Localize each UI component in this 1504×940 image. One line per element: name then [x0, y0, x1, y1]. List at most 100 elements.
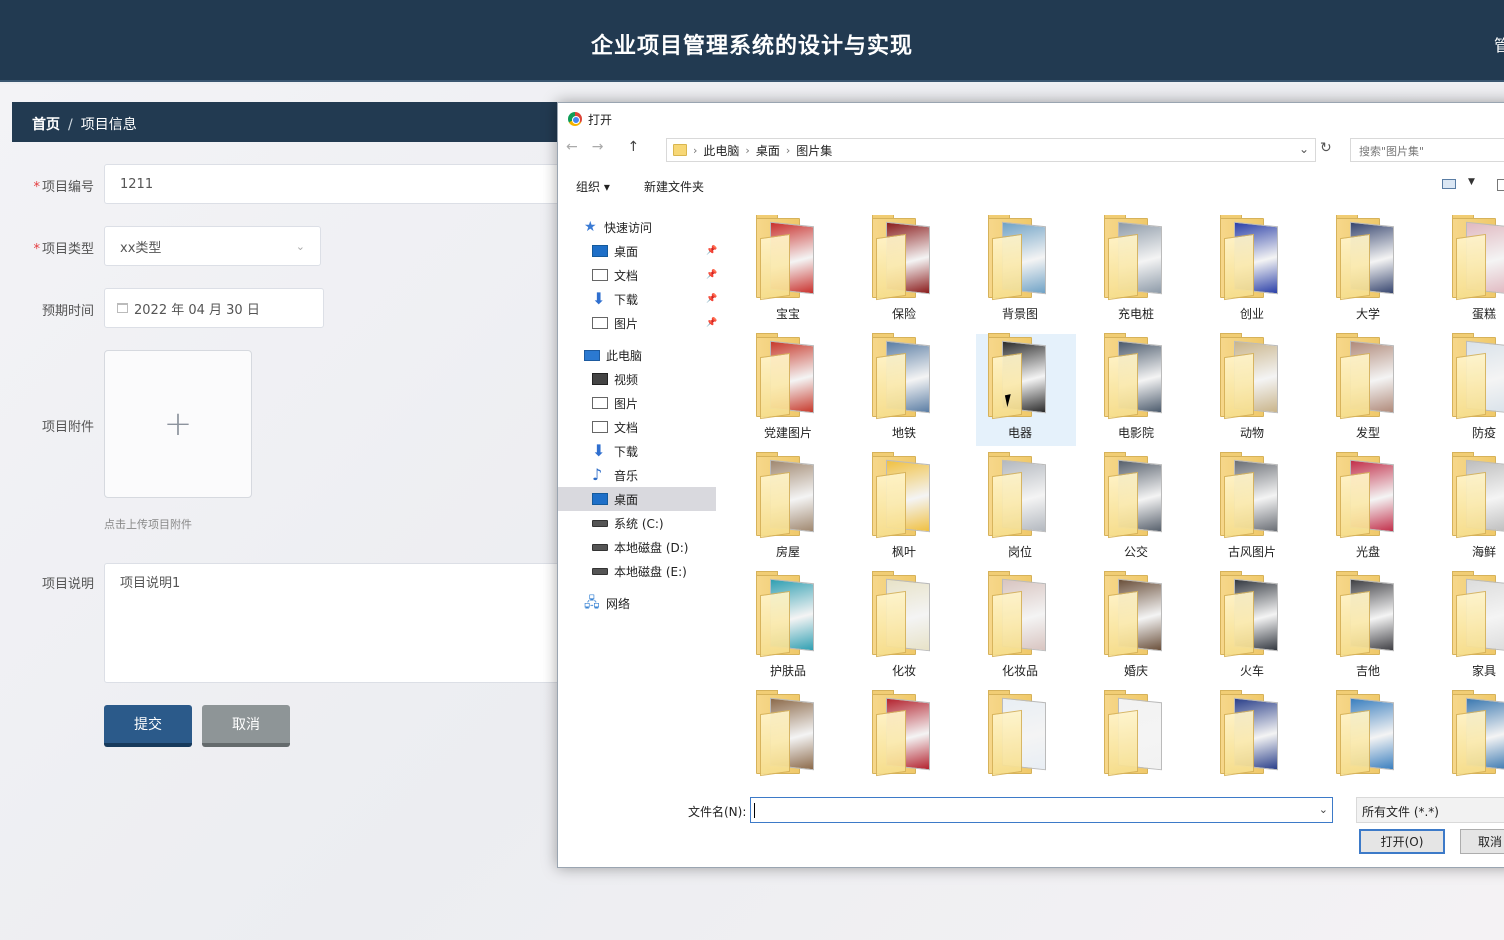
folder-item[interactable]: 地铁 [860, 333, 960, 446]
folder-item[interactable]: 公交 [1092, 452, 1192, 565]
refresh-icon[interactable]: ↻ [1320, 140, 1332, 156]
breadcrumb: 首页 / 项目信息 [12, 102, 572, 142]
dialog-title: 打开 [588, 112, 613, 127]
address-bar[interactable]: › 此电脑 › 桌面 › 图片集 ⌄ [666, 138, 1316, 162]
folder-item[interactable]: 枫叶 [860, 452, 960, 565]
tree-item[interactable]: 此电脑 [558, 343, 716, 367]
folder-item[interactable]: 古风图片 [1208, 452, 1308, 565]
folder-item[interactable]: 火车 [1208, 571, 1308, 684]
folder-item[interactable]: 电器 [976, 333, 1076, 446]
tree-item[interactable]: 文档 [558, 415, 716, 439]
folder-item[interactable]: 电影院 [1092, 333, 1192, 446]
folder-item[interactable] [744, 690, 844, 787]
folder-item[interactable] [1440, 690, 1504, 787]
tree-item-label: 文档 [614, 268, 639, 283]
tree-item[interactable]: 图片 [558, 391, 716, 415]
folder-item[interactable]: 吉他 [1324, 571, 1424, 684]
pin-icon[interactable]: 📌 [706, 246, 717, 256]
caret-down-icon[interactable]: ▼ [1468, 177, 1475, 187]
folder-item[interactable]: 家具 [1440, 571, 1504, 684]
folder-item[interactable]: 宝宝 [744, 215, 844, 327]
folder-icon [1220, 690, 1282, 777]
user-menu[interactable]: 管 [1494, 32, 1504, 56]
folder-item[interactable]: 党建图片 [744, 333, 844, 446]
folder-item[interactable]: 发型 [1324, 333, 1424, 446]
music-icon: ♪ [592, 465, 603, 484]
pin-icon[interactable]: 📌 [706, 270, 717, 280]
submit-button[interactable]: 提交 [104, 705, 192, 747]
forward-arrow-icon[interactable]: → [592, 139, 604, 155]
folder-item[interactable]: 化妆 [860, 571, 960, 684]
tree-item[interactable]: ♪ 音乐 [558, 463, 716, 487]
cancel-button[interactable]: 取消 [202, 705, 290, 747]
folder-item[interactable]: 护肤品 [744, 571, 844, 684]
tree-item[interactable]: 桌面 [558, 487, 716, 511]
folder-item[interactable]: 化妆品 [976, 571, 1076, 684]
tree-item[interactable]: ⬇ 下载 📌 [558, 287, 717, 311]
folder-item[interactable] [860, 690, 960, 787]
up-arrow-icon[interactable]: ↑ [627, 139, 639, 155]
tree-item[interactable]: 文档 📌 [558, 263, 717, 287]
folder-item[interactable]: 房屋 [744, 452, 844, 565]
folder-item[interactable]: 婚庆 [1092, 571, 1192, 684]
pin-icon[interactable]: 📌 [706, 318, 717, 328]
open-file-dialog: 打开 ← → ↑ › 此电脑 › 桌面 › 图片集 ⌄ ↻ 搜索"图片集" 组织… [557, 102, 1504, 868]
folder-item[interactable]: 海鲜 [1440, 452, 1504, 565]
breadcrumb-home[interactable]: 首页 [32, 117, 60, 133]
folder-item[interactable]: 充电桩 [1092, 215, 1192, 327]
attachment-hint: 点击上传项目附件 [104, 518, 192, 531]
project-type-label: * 项目类型 [14, 238, 94, 257]
folder-item[interactable]: 防疫 [1440, 333, 1504, 446]
folder-item[interactable]: 背景图 [976, 215, 1076, 327]
tree-item[interactable]: 视频 [558, 367, 716, 391]
new-folder-button[interactable]: 新建文件夹 [644, 178, 704, 195]
folder-item[interactable] [976, 690, 1076, 787]
chevron-down-icon[interactable]: ⌄ [1319, 803, 1328, 816]
tree-item[interactable]: 系统 (C:) [558, 511, 716, 535]
search-input[interactable]: 搜索"图片集" [1350, 138, 1504, 162]
dialog-cancel-button[interactable]: 取消 [1460, 829, 1504, 854]
tree-item[interactable]: ★ 快速访问 [558, 215, 716, 239]
tree-item-label: 音乐 [614, 468, 639, 483]
required-mark: * [33, 180, 40, 195]
tree-item-label: 此电脑 [606, 348, 643, 363]
attachment-upload[interactable]: + [104, 350, 252, 498]
path-segment[interactable]: 此电脑 [703, 142, 739, 159]
folder-icon [1104, 690, 1166, 777]
tree-item[interactable]: 🖧 网络 [558, 591, 716, 615]
tree-item[interactable]: 图片 📌 [558, 311, 717, 335]
folder-item[interactable]: 光盘 [1324, 452, 1424, 565]
project-no-input[interactable]: 1211 [104, 164, 564, 204]
tree-item[interactable]: 本地磁盘 (D:) [558, 535, 716, 559]
tree-item[interactable]: 本地磁盘 (E:) [558, 559, 716, 583]
preview-pane-icon[interactable] [1497, 179, 1504, 191]
organize-menu[interactable]: 组织 ▾ [576, 178, 610, 195]
document-icon [592, 269, 608, 281]
folder-item[interactable]: 保险 [860, 215, 960, 327]
back-arrow-icon[interactable]: ← [566, 139, 578, 155]
view-options-icon[interactable] [1442, 179, 1456, 189]
tree-item[interactable]: ⬇ 下载 [558, 439, 716, 463]
pin-icon[interactable]: 📌 [706, 294, 717, 304]
folder-item[interactable]: 创业 [1208, 215, 1308, 327]
address-dropdown-icon[interactable]: ⌄ [1299, 142, 1309, 156]
project-type-select[interactable]: xx类型 ⌄ [104, 226, 321, 266]
description-textarea[interactable]: 项目说明1 [104, 563, 564, 683]
folder-icon [988, 452, 1050, 539]
tree-item[interactable]: 桌面 📌 [558, 239, 717, 263]
folder-item[interactable]: 大学 [1324, 215, 1424, 327]
path-segment[interactable]: 图片集 [796, 142, 832, 159]
path-segment[interactable]: 桌面 [756, 142, 780, 159]
folder-item[interactable]: 动物 [1208, 333, 1308, 446]
folder-item[interactable] [1092, 690, 1192, 787]
path-separator: › [785, 143, 791, 157]
file-type-select[interactable]: 所有文件 (*.*) [1356, 797, 1504, 823]
filename-input[interactable]: ⌄ [750, 797, 1333, 823]
folder-item[interactable]: 蛋糕 [1440, 215, 1504, 327]
expected-time-picker[interactable]: 2022 年 04 月 30 日 [104, 288, 324, 328]
folder-icon [1104, 452, 1166, 539]
folder-item[interactable] [1208, 690, 1308, 787]
open-button[interactable]: 打开(O) [1359, 829, 1445, 854]
folder-item[interactable] [1324, 690, 1424, 787]
folder-item[interactable]: 岗位 [976, 452, 1076, 565]
